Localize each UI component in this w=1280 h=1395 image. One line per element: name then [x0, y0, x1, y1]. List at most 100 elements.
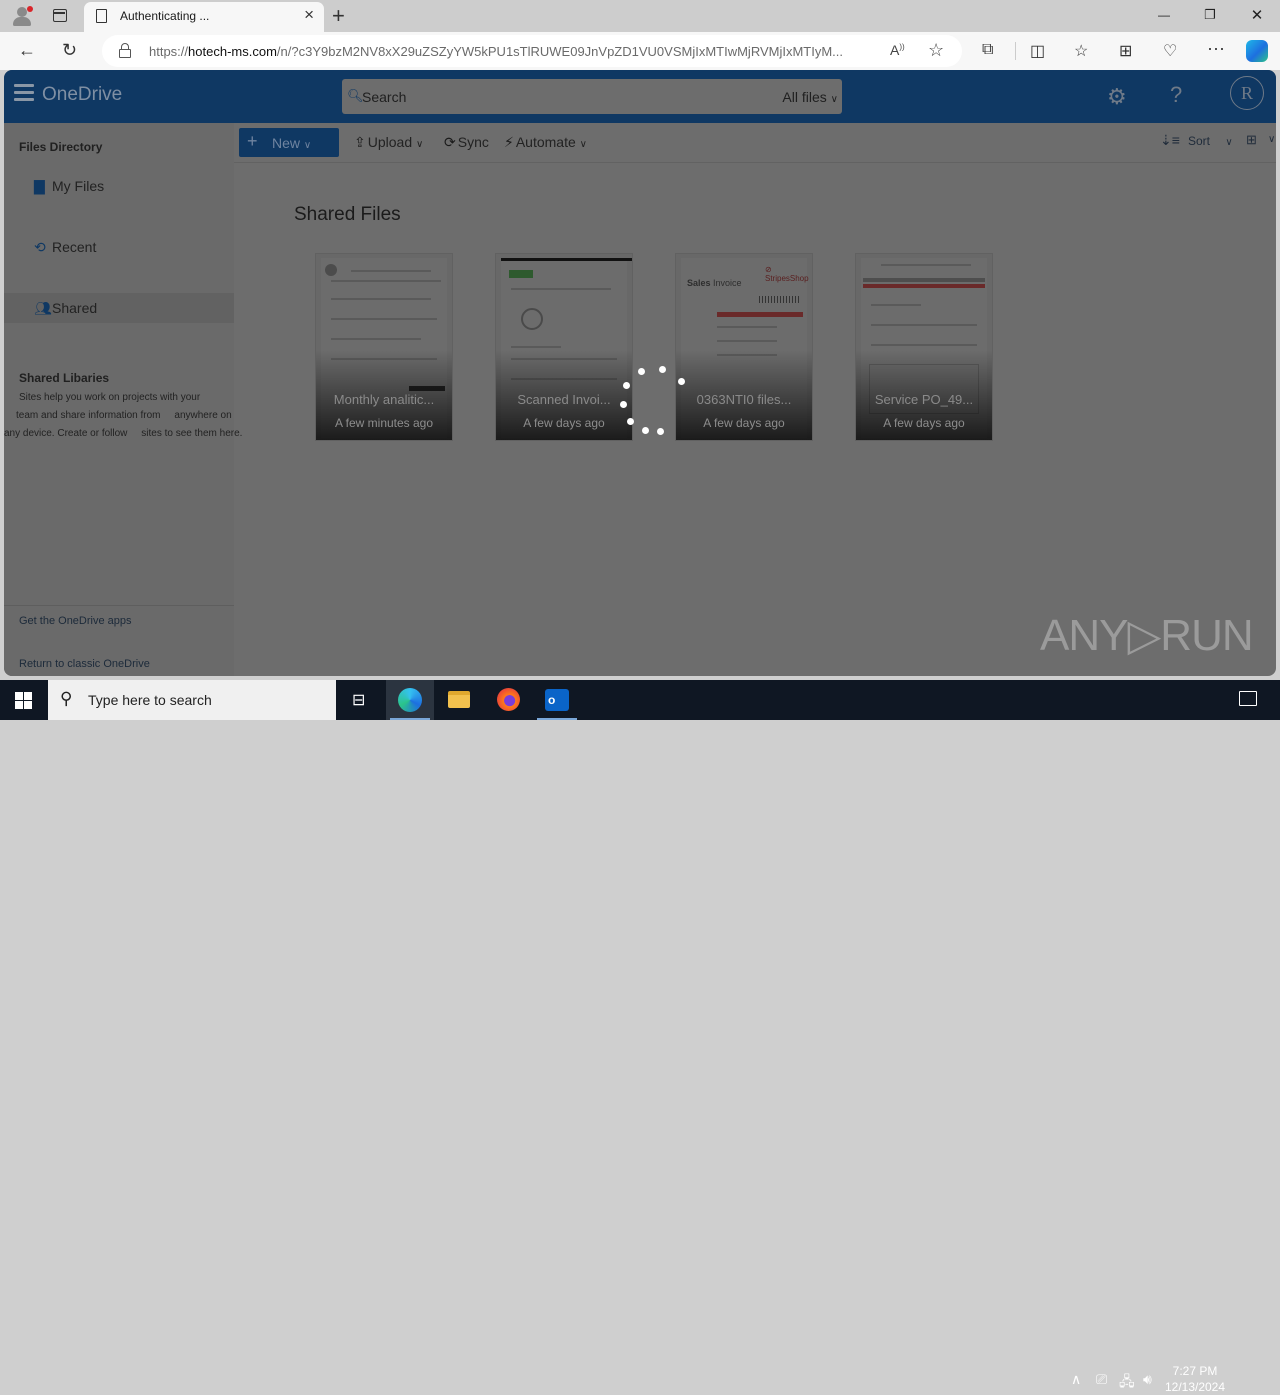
taskbar-search-box[interactable]: ⚲ Type here to search — [48, 680, 336, 720]
sidebar-item-label: My Files — [52, 178, 105, 194]
lightning-icon: ⚡︎ — [504, 134, 514, 150]
shared-libraries-title: Shared Libaries — [19, 371, 110, 385]
automate-button[interactable]: ⚡︎ Automate ∨ — [504, 134, 587, 151]
file-name: Service PO_49... — [874, 392, 974, 407]
folder-icon: ▇ — [34, 178, 45, 194]
spinner-dot — [623, 382, 630, 389]
new-tab-icon[interactable]: + — [332, 3, 345, 29]
search-scope-dropdown[interactable]: All files ∨ — [782, 89, 838, 105]
outlook-icon: o — [545, 689, 569, 711]
file-card[interactable]: ⊘ StripesShop Sales Invoice 0363NTI0 fil… — [675, 253, 813, 441]
hamburger-menu-icon[interactable] — [14, 84, 34, 101]
browser-tab-active[interactable]: Authenticating ... × — [84, 2, 324, 32]
spinner-dot — [620, 401, 627, 408]
description-line: team and share information from anywhere… — [16, 410, 232, 421]
minimize-button[interactable]: — — [1149, 8, 1179, 22]
url-path: /n/?c3Y9bzM2NV8xX29uZSZyYW5kPU1sTlRUWE09… — [276, 44, 844, 59]
anyrun-watermark: ANY▷RUN — [1040, 611, 1254, 660]
meet-now-icon[interactable]: ⎚ — [1096, 1371, 1107, 1388]
app-brand: OneDrive — [42, 84, 123, 105]
description-line: Sites help you work on projects with you… — [19, 392, 201, 403]
chevron-down-icon: ∨ — [1225, 137, 1233, 148]
page-icon — [96, 9, 107, 23]
sort-order-icon[interactable]: ⇣≡ — [1160, 132, 1180, 149]
restore-button[interactable]: ❐ — [1195, 7, 1225, 23]
volume-icon[interactable]: 🔊︎ — [1143, 1371, 1152, 1388]
people-icon: 👥︎ — [34, 300, 52, 316]
get-apps-link[interactable]: Get the OneDrive apps — [19, 615, 132, 627]
notifications-icon[interactable] — [1239, 691, 1257, 706]
start-button[interactable] — [15, 692, 32, 709]
file-card[interactable]: Monthly analitic... A few minutes ago — [315, 253, 453, 441]
avatar[interactable]: R — [1230, 76, 1264, 110]
tab-close-icon[interactable]: × — [304, 5, 314, 25]
taskbar-outlook[interactable]: o — [533, 680, 581, 720]
settings-gear-icon[interactable]: ⚙ — [1107, 84, 1127, 110]
taskbar-search-input[interactable]: Type here to search — [88, 692, 212, 708]
file-name: 0363NTI0 files... — [696, 392, 792, 407]
view-toggle-icon[interactable]: ⊞ — [1246, 132, 1257, 148]
sync-button[interactable]: ⟳ Sync — [444, 134, 489, 151]
sync-icon: ⟳ — [444, 134, 456, 150]
edge-icon — [398, 688, 422, 712]
clock-date: 12/13/2024 — [1164, 1380, 1226, 1394]
help-icon[interactable]: ? — [1170, 82, 1182, 108]
favorites-icon[interactable]: ☆ — [1074, 41, 1088, 61]
sync-label: Sync — [457, 134, 489, 150]
sidebar-item-shared[interactable]: 👥︎ Shared — [4, 293, 234, 323]
taskbar-edge[interactable] — [386, 680, 434, 720]
tray-overflow-icon[interactable]: ∧ — [1071, 1371, 1081, 1388]
upload-icon: ⇪ — [354, 134, 366, 150]
network-icon[interactable]: 🖧︎ — [1119, 1371, 1135, 1395]
back-icon[interactable]: ← — [18, 40, 36, 61]
browser-essentials-icon[interactable]: ♡ — [1163, 41, 1177, 61]
tab-actions-icon[interactable] — [53, 9, 67, 22]
new-button[interactable]: + New ∨ — [239, 128, 339, 157]
sidebar-item-my-files[interactable]: ▇ My Files — [4, 171, 234, 201]
clock[interactable]: 7:27 PM 12/13/2024 — [1163, 1363, 1227, 1395]
refresh-icon[interactable]: ↻ — [62, 40, 77, 61]
tab-title: Authenticating ... — [120, 9, 210, 23]
taskbar-firefox[interactable] — [484, 680, 532, 720]
close-window-button[interactable]: ✕ — [1242, 6, 1272, 24]
file-name: Monthly analitic... — [333, 392, 435, 407]
collections-icon[interactable]: ⊞ — [1119, 41, 1132, 61]
firefox-icon — [497, 688, 520, 711]
file-date: A few minutes ago — [334, 416, 434, 430]
sort-button[interactable]: Sort ∨ — [1188, 134, 1233, 148]
classic-onedrive-link[interactable]: Return to classic OneDrive — [19, 658, 150, 670]
file-card[interactable]: Scanned Invoi... A few days ago — [495, 253, 633, 441]
copilot-icon[interactable] — [1246, 40, 1268, 62]
page-title: Shared Files — [294, 204, 401, 225]
read-aloud-icon[interactable]: A)) — [890, 42, 905, 58]
view-chevron-icon[interactable]: ∨ — [1268, 134, 1275, 145]
file-card[interactable]: Service PO_49... A few days ago — [855, 253, 993, 441]
extensions-icon[interactable]: ⧉ — [982, 41, 993, 59]
app-header: OneDrive 🔍︎ Search All files ∨ ⚙ ? R — [4, 70, 1276, 123]
task-view-icon: ⊟ — [352, 692, 366, 709]
sidebar-item-recent[interactable]: ⟲ Recent — [4, 232, 234, 262]
split-screen-icon[interactable]: ◫ — [1030, 41, 1045, 61]
search-scope-label: All files — [782, 89, 827, 105]
history-icon: ⟲ — [34, 239, 46, 255]
upload-button[interactable]: ⇪ Upload ∨ — [354, 134, 423, 151]
sidebar: Files Directory ▇ My Files ⟲ Recent 👥︎ S… — [4, 123, 242, 676]
sidebar-title: Files Directory — [19, 140, 103, 154]
spinner-dot — [642, 427, 649, 434]
onedrive-page: OneDrive 🔍︎ Search All files ∨ ⚙ ? R Fil… — [4, 70, 1276, 676]
favorite-star-icon[interactable]: ☆ — [928, 40, 944, 61]
profile-icon[interactable] — [12, 6, 33, 26]
address-bar[interactable]: https://hotech-ms.com/n/?c3Y9bzM2NV8xX29… — [102, 35, 962, 67]
search-box[interactable]: 🔍︎ Search All files ∨ — [342, 79, 842, 114]
chevron-down-icon: ∨ — [303, 140, 312, 151]
lock-icon[interactable] — [119, 43, 131, 58]
taskbar-file-explorer[interactable] — [435, 680, 483, 720]
url-host: hotech-ms.com — [188, 44, 277, 59]
url-text[interactable]: https://hotech-ms.com/n/?c3Y9bzM2NV8xX29… — [149, 44, 843, 59]
upload-label: Upload — [367, 134, 413, 150]
task-view-button[interactable]: ⊟ — [336, 680, 384, 720]
sidebar-divider — [4, 605, 234, 606]
more-menu-icon[interactable]: ··· — [1207, 38, 1225, 59]
browser-tab-bar: Authenticating ... × + — ❐ ✕ — [0, 0, 1280, 32]
search-input[interactable]: Search — [362, 89, 406, 105]
